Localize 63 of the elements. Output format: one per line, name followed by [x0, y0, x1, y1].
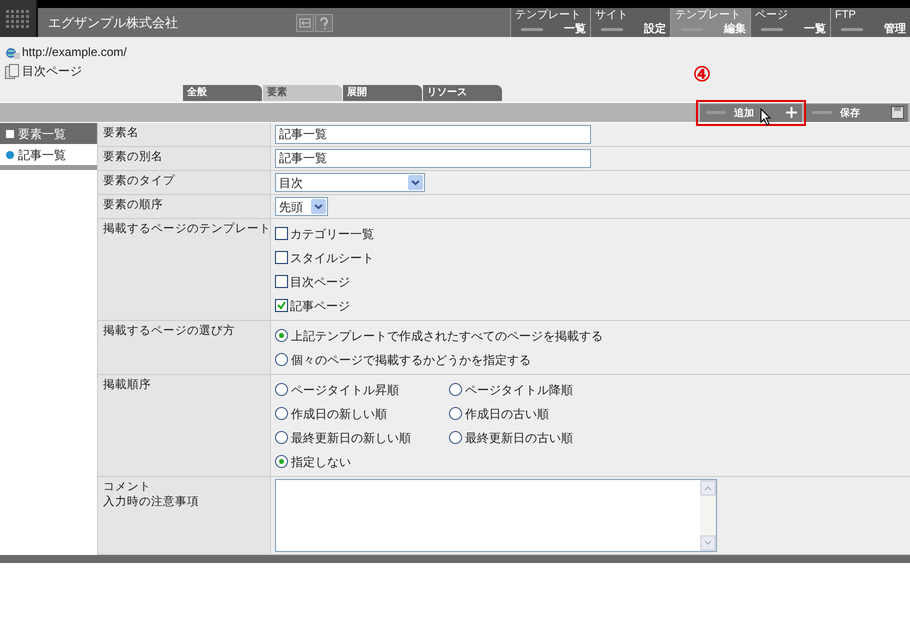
field-label: 要素の別名 — [103, 150, 163, 165]
nav-button[interactable]: テンプレート 編集 — [670, 8, 750, 37]
site-url: http://example.com/ — [22, 44, 127, 61]
nav-button[interactable]: テンプレート 一覧 — [510, 8, 590, 37]
nav-button[interactable]: FTP 管理 — [830, 8, 910, 37]
field-label: 掲載順序 — [103, 378, 151, 393]
field-label: 要素の順序 — [103, 198, 163, 213]
checkbox[interactable] — [275, 227, 288, 240]
back-icon[interactable] — [296, 14, 314, 32]
option-label: ページタイトル昇順 — [291, 382, 399, 398]
radio-button[interactable] — [275, 329, 288, 342]
field-label: 入力時の注意事項 — [103, 495, 199, 510]
option-label: 個々のページで掲載するかどうかを指定する — [291, 352, 531, 368]
field-label: コメント — [103, 480, 151, 495]
radio-button[interactable] — [275, 353, 288, 366]
page-title: 目次ページ — [22, 63, 82, 80]
checkbox[interactable] — [275, 251, 288, 264]
page-icon — [5, 64, 19, 78]
option-label: 最終更新日の古い順 — [465, 430, 573, 446]
field-label: 要素名 — [103, 126, 139, 141]
option-label: 最終更新日の新しい順 — [291, 430, 411, 446]
field-label: 掲載するページのテンプレート — [103, 222, 271, 237]
option-label: 記事ページ — [290, 298, 350, 314]
option-label: 目次ページ — [290, 274, 350, 290]
scrollbar-icon — [700, 480, 716, 551]
option-label: 作成日の新しい順 — [291, 406, 387, 422]
field-label: 要素のタイプ — [103, 174, 175, 189]
option-label: 指定しない — [291, 454, 351, 470]
nav-button[interactable]: ページ 一覧 — [750, 8, 830, 37]
option-label: スタイルシート — [290, 250, 374, 266]
radio-button[interactable] — [275, 383, 288, 396]
radio-button[interactable] — [275, 455, 288, 468]
radio-button[interactable] — [449, 383, 462, 396]
square-icon — [6, 130, 14, 138]
text-field[interactable]: 記事一覧 — [275, 125, 591, 144]
annotation-number: ④ — [693, 65, 711, 85]
radio-button[interactable] — [275, 431, 288, 444]
tab[interactable]: リソース — [423, 85, 502, 101]
checkbox[interactable] — [275, 299, 288, 312]
text-field[interactable]: 記事一覧 — [275, 149, 591, 168]
option-label: カテゴリー一覧 — [290, 226, 374, 242]
dropdown[interactable]: 先頭 — [275, 197, 328, 216]
tab[interactable]: 展開 — [343, 85, 422, 101]
save-button[interactable]: 保存 — [806, 104, 908, 122]
dot-icon — [6, 150, 14, 158]
option-label: 上記テンプレートで作成されたすべてのページを掲載する — [291, 328, 603, 344]
radio-button[interactable] — [275, 407, 288, 420]
field-label: 掲載するページの選び方 — [103, 324, 235, 339]
plus-icon — [785, 106, 798, 118]
tab[interactable]: 全般 — [183, 85, 262, 101]
radio-button[interactable] — [449, 431, 462, 444]
option-label: ページタイトル降順 — [465, 382, 573, 398]
globe-icon — [5, 46, 20, 58]
checkbox[interactable] — [275, 275, 288, 288]
option-label: 作成日の古い順 — [465, 406, 549, 422]
dropdown[interactable]: 目次 — [275, 173, 425, 192]
sidebar-item[interactable]: 要素一覧 — [0, 123, 97, 144]
help-icon[interactable] — [315, 14, 333, 32]
tab[interactable]: 要素 — [263, 85, 342, 101]
comment-textarea[interactable] — [275, 479, 717, 552]
company-name: エグザンプル株式会社 — [48, 14, 178, 32]
radio-button[interactable] — [449, 407, 462, 420]
nav-button[interactable]: サイト 設定 — [590, 8, 670, 37]
